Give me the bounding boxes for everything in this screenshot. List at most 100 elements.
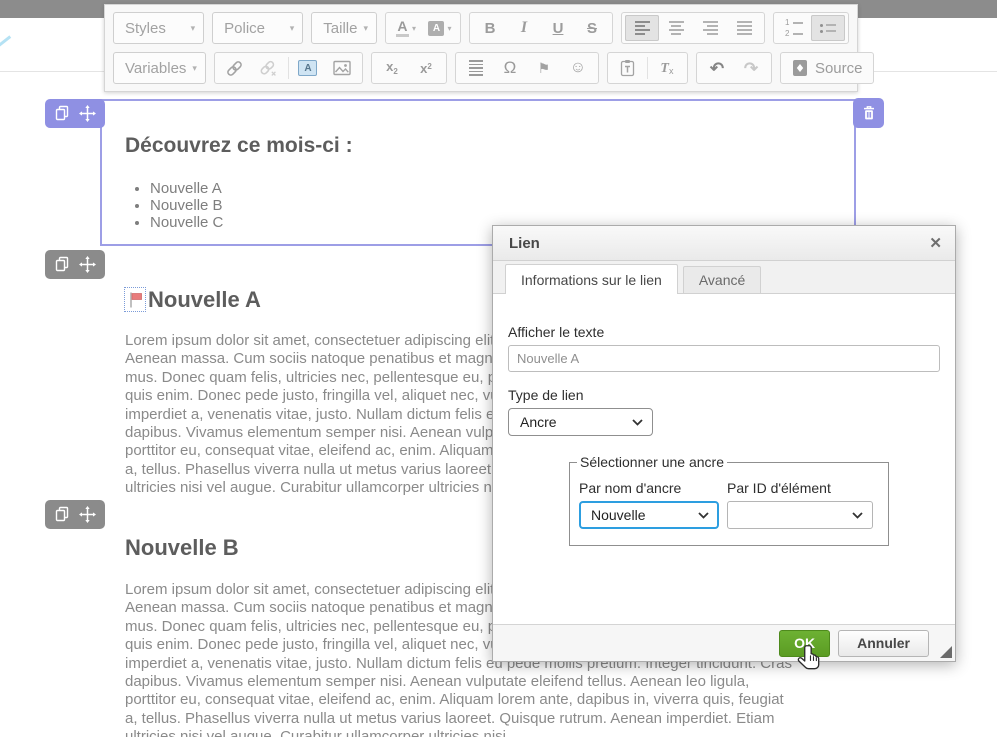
source-button[interactable]: Source bbox=[780, 52, 875, 84]
trash-icon bbox=[862, 105, 876, 121]
chevron-down-icon: ▾ bbox=[412, 24, 416, 33]
size-dropdown[interactable]: Taille ▾ bbox=[311, 12, 377, 44]
app-window: Styles ▾ Police ▾ Taille ▾ A ▾ A bbox=[0, 0, 997, 737]
anchor-options-group: Sélectionner une ancre Par nom d'ancre N… bbox=[569, 454, 889, 546]
dialog-tabs: Informations sur le lien Avancé bbox=[493, 261, 955, 294]
anchor-marker[interactable] bbox=[124, 287, 146, 312]
strikethrough-button[interactable]: S bbox=[575, 15, 609, 41]
align-right-icon bbox=[703, 21, 718, 35]
anchor-name-select[interactable]: Nouvelle bbox=[579, 501, 719, 529]
redo-button[interactable]: ↷ bbox=[734, 55, 768, 81]
newsletter-header-title[interactable]: Découvrez ce mois-ci : bbox=[125, 134, 353, 158]
unlink-icon bbox=[259, 59, 278, 78]
link-button[interactable] bbox=[218, 55, 252, 81]
align-justify-icon bbox=[737, 21, 752, 35]
toolbar-row-2: Variables ▾ A bbox=[113, 50, 849, 86]
copy-icon bbox=[54, 506, 70, 523]
clipboard-icon bbox=[620, 59, 635, 77]
chevron-down-icon bbox=[852, 512, 863, 519]
color-button-group: A ▾ A ▾ bbox=[385, 12, 461, 44]
tab-advanced[interactable]: Avancé bbox=[683, 266, 761, 293]
align-right-button[interactable] bbox=[693, 15, 727, 41]
block-handle-section-a[interactable] bbox=[45, 250, 105, 279]
variables-dropdown[interactable]: Variables ▾ bbox=[113, 52, 206, 84]
paste-text-button[interactable] bbox=[611, 55, 645, 81]
delete-block-button[interactable] bbox=[853, 98, 884, 128]
clipboard-group: Tx bbox=[607, 52, 688, 84]
list-item[interactable]: Nouvelle B bbox=[150, 197, 223, 214]
link-icon bbox=[225, 59, 244, 78]
undo-group: ↶ ↷ bbox=[696, 52, 772, 84]
subsup-group: x2 x2 bbox=[371, 52, 447, 84]
background-color-icon: A bbox=[428, 21, 444, 36]
display-text-input[interactable] bbox=[508, 345, 940, 372]
italic-button[interactable]: I bbox=[507, 15, 541, 41]
source-icon bbox=[792, 59, 808, 77]
bold-icon: B bbox=[485, 20, 496, 37]
cancel-button[interactable]: Annuler bbox=[838, 630, 929, 657]
smiley-button[interactable]: ☺ bbox=[561, 55, 595, 81]
underline-icon: U bbox=[553, 20, 564, 37]
align-justify-button[interactable] bbox=[727, 15, 761, 41]
list-item[interactable]: Nouvelle C bbox=[150, 214, 223, 231]
strikethrough-icon: S bbox=[587, 20, 597, 37]
background-color-button[interactable]: A ▾ bbox=[423, 15, 457, 41]
list-group: 1 2 bbox=[773, 12, 849, 44]
unlink-button[interactable] bbox=[252, 55, 286, 81]
redo-icon: ↷ bbox=[744, 60, 758, 77]
numbered-list-button[interactable]: 1 2 bbox=[777, 15, 811, 41]
remove-format-icon: Tx bbox=[660, 61, 673, 76]
list-item[interactable]: Nouvelle A bbox=[150, 180, 223, 197]
section-b-heading[interactable]: Nouvelle B bbox=[125, 535, 239, 561]
move-icon bbox=[79, 506, 96, 523]
anchor-name-label: Par nom d'ancre bbox=[579, 480, 719, 496]
section-a-heading[interactable]: Nouvelle A bbox=[148, 287, 261, 313]
italic-icon: I bbox=[521, 19, 527, 37]
copy-icon bbox=[54, 256, 70, 273]
chevron-down-icon: ▾ bbox=[191, 23, 196, 34]
dialog-body: Afficher le texte Type de lien Ancre Sél… bbox=[493, 294, 955, 546]
bold-button[interactable]: B bbox=[473, 15, 507, 41]
undo-icon: ↶ bbox=[710, 60, 724, 77]
anchor-button[interactable]: ⚑ bbox=[527, 55, 561, 81]
tab-link-info[interactable]: Informations sur le lien bbox=[505, 264, 678, 294]
anchor-flag-icon bbox=[127, 291, 143, 309]
styles-dropdown[interactable]: Styles ▾ bbox=[113, 12, 204, 44]
toolbar-separator bbox=[288, 57, 289, 79]
dialog-title: Lien bbox=[509, 235, 929, 252]
bullet-list-button[interactable] bbox=[811, 15, 845, 41]
close-icon[interactable]: ✕ bbox=[929, 234, 942, 252]
subscript-button[interactable]: x2 bbox=[375, 55, 409, 81]
dialog-footer: OK Annuler bbox=[493, 624, 955, 661]
smiley-icon: ☺ bbox=[570, 59, 586, 77]
superscript-button[interactable]: x2 bbox=[409, 55, 443, 81]
link-dialog: Lien ✕ Informations sur le lien Avancé A… bbox=[492, 225, 956, 662]
block-handle-section-b[interactable] bbox=[45, 500, 105, 529]
link-type-select[interactable]: Ancre bbox=[508, 408, 653, 436]
source-button-label: Source bbox=[815, 60, 863, 77]
underline-button[interactable]: U bbox=[541, 15, 575, 41]
dialog-title-bar[interactable]: Lien ✕ bbox=[493, 226, 955, 261]
image-button[interactable] bbox=[325, 55, 359, 81]
text-color-button[interactable]: A ▾ bbox=[389, 15, 423, 41]
display-text-label: Afficher le texte bbox=[508, 324, 940, 340]
align-center-button[interactable] bbox=[659, 15, 693, 41]
special-char-button[interactable]: Ω bbox=[493, 55, 527, 81]
block-handle-header[interactable] bbox=[45, 99, 105, 128]
chevron-down-icon: ▾ bbox=[192, 63, 197, 74]
remove-format-button[interactable]: Tx bbox=[650, 55, 684, 81]
editor-toolbar: Styles ▾ Police ▾ Taille ▾ A ▾ A bbox=[104, 4, 858, 92]
undo-button[interactable]: ↶ bbox=[700, 55, 734, 81]
image-icon bbox=[333, 60, 351, 76]
align-left-button[interactable] bbox=[625, 15, 659, 41]
horizontal-rule-button[interactable] bbox=[459, 55, 493, 81]
anchor-id-select[interactable] bbox=[727, 501, 873, 529]
flag-icon: ⚑ bbox=[538, 60, 551, 77]
anchor-id-label: Par ID d'élément bbox=[727, 480, 873, 496]
text-field-button[interactable]: A bbox=[291, 55, 325, 81]
chevron-down-icon: ▾ bbox=[447, 24, 451, 33]
dialog-resize-handle[interactable] bbox=[940, 646, 952, 658]
move-icon bbox=[79, 105, 96, 122]
font-dropdown[interactable]: Police ▾ bbox=[212, 12, 303, 44]
mouse-cursor bbox=[796, 644, 823, 680]
